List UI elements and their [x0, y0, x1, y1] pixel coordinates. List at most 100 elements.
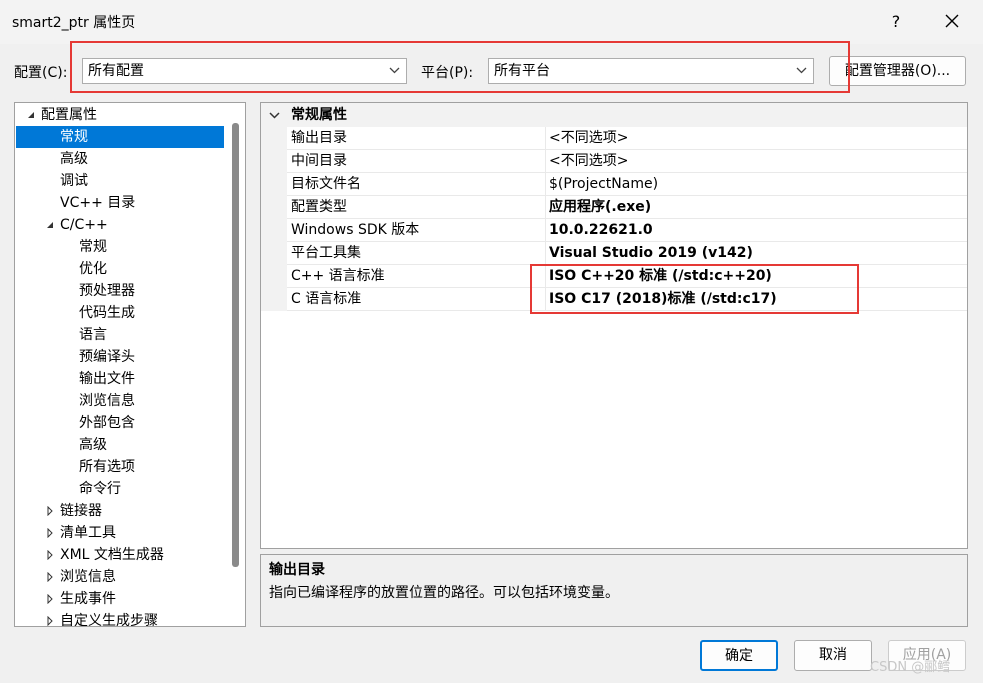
- tree-item-label: 浏览信息: [79, 393, 135, 409]
- tree-item[interactable]: XML 文档生成器: [16, 544, 228, 566]
- tree-expanded-icon[interactable]: [45, 220, 55, 230]
- tree-item[interactable]: 所有选项: [16, 456, 228, 478]
- tree-item[interactable]: 生成事件: [16, 588, 228, 610]
- tree-item-label: 外部包含: [79, 415, 135, 431]
- config-manager-button[interactable]: 配置管理器(O)...: [829, 56, 966, 86]
- tree-item[interactable]: VC++ 目录: [16, 192, 228, 214]
- property-value[interactable]: Visual Studio 2019 (v142): [549, 242, 753, 265]
- config-combo[interactable]: 所有配置: [82, 58, 407, 84]
- tree-item-label: C/C++: [60, 217, 108, 233]
- close-icon: [945, 14, 959, 28]
- tree-collapsed-icon[interactable]: [45, 506, 55, 516]
- tree-item[interactable]: 清单工具: [16, 522, 228, 544]
- cancel-button[interactable]: 取消: [794, 640, 872, 671]
- property-name: 目标文件名: [291, 176, 361, 192]
- property-row[interactable]: 目标文件名 $(ProjectName): [261, 173, 967, 196]
- tree-item-label: XML 文档生成器: [60, 547, 164, 563]
- chevron-down-icon: [389, 67, 400, 74]
- column-divider: [545, 288, 546, 311]
- tree-item-label: 高级: [60, 151, 88, 167]
- row-gutter: [261, 127, 287, 150]
- tree-item-label: 常规: [79, 239, 107, 255]
- tree-item[interactable]: 高级: [16, 434, 228, 456]
- property-name: 中间目录: [291, 153, 347, 169]
- tree-item[interactable]: C/C++: [16, 214, 228, 236]
- property-row[interactable]: 配置类型 应用程序(.exe): [261, 196, 967, 219]
- tree-item-label: 输出文件: [79, 371, 135, 387]
- tree-item[interactable]: 链接器: [16, 500, 228, 522]
- property-row[interactable]: Windows SDK 版本 10.0.22621.0: [261, 219, 967, 242]
- column-divider: [545, 265, 546, 288]
- tree-item-label: 预编译头: [79, 349, 135, 365]
- tree-collapsed-icon[interactable]: [45, 616, 55, 626]
- property-value[interactable]: ISO C++20 标准 (/std:c++20): [549, 265, 772, 288]
- tree-item[interactable]: 语言: [16, 324, 228, 346]
- description-title: 输出目录: [269, 562, 325, 578]
- tree-item[interactable]: 优化: [16, 258, 228, 280]
- tree-item[interactable]: 高级: [16, 148, 228, 170]
- tree-item-label: 清单工具: [60, 525, 116, 541]
- tree-collapsed-icon[interactable]: [45, 594, 55, 604]
- column-divider: [545, 150, 546, 173]
- platform-combo[interactable]: 所有平台: [488, 58, 814, 84]
- watermark: CSDN @郦鳕: [870, 660, 951, 675]
- tree-item[interactable]: 命令行: [16, 478, 228, 500]
- tree-expanded-icon[interactable]: [26, 110, 36, 120]
- property-name: C 语言标准: [291, 291, 362, 307]
- tree-item[interactable]: 配置属性: [16, 104, 228, 126]
- property-value[interactable]: <不同选项>: [549, 127, 628, 150]
- property-value[interactable]: <不同选项>: [549, 150, 628, 173]
- property-row[interactable]: 中间目录 <不同选项>: [261, 150, 967, 173]
- tree-item[interactable]: 预编译头: [16, 346, 228, 368]
- tree-item-label: VC++ 目录: [60, 195, 136, 211]
- row-gutter: [261, 173, 287, 196]
- tree-item-label: 命令行: [79, 481, 121, 497]
- tree-collapsed-icon[interactable]: [45, 528, 55, 538]
- tree-item[interactable]: 常规: [16, 126, 224, 148]
- property-row[interactable]: C 语言标准 ISO C17 (2018)标准 (/std:c17): [261, 288, 967, 311]
- tree-item[interactable]: 外部包含: [16, 412, 228, 434]
- tree-collapsed-icon[interactable]: [45, 550, 55, 560]
- tree-item-label: 语言: [79, 327, 107, 343]
- window-title: smart2_ptr 属性页: [12, 15, 136, 31]
- tree-item-label: 常规: [60, 129, 88, 145]
- property-value[interactable]: $(ProjectName): [549, 173, 658, 196]
- property-value[interactable]: 应用程序(.exe): [549, 196, 651, 219]
- tree-item[interactable]: 自定义生成步骤: [16, 610, 228, 626]
- property-row[interactable]: 平台工具集 Visual Studio 2019 (v142): [261, 242, 967, 265]
- property-value[interactable]: ISO C17 (2018)标准 (/std:c17): [549, 288, 777, 311]
- tree-scrollbar[interactable]: [232, 123, 239, 567]
- tree-item[interactable]: 预处理器: [16, 280, 228, 302]
- tree-item-label: 代码生成: [79, 305, 135, 321]
- property-name: 输出目录: [291, 130, 347, 146]
- row-gutter: [261, 219, 287, 242]
- close-button[interactable]: [936, 8, 968, 36]
- config-combo-value: 所有配置: [88, 63, 144, 79]
- tree-item[interactable]: 代码生成: [16, 302, 228, 324]
- property-row[interactable]: 输出目录 <不同选项>: [261, 127, 967, 150]
- tree-item[interactable]: 输出文件: [16, 368, 228, 390]
- property-value[interactable]: 10.0.22621.0: [549, 219, 653, 242]
- category-row[interactable]: 常规属性: [261, 103, 967, 127]
- tree-item-label: 调试: [60, 173, 88, 189]
- tree-collapsed-icon[interactable]: [45, 572, 55, 582]
- property-row[interactable]: C++ 语言标准 ISO C++20 标准 (/std:c++20): [261, 265, 967, 288]
- row-gutter: [261, 150, 287, 173]
- tree-item[interactable]: 调试: [16, 170, 228, 192]
- tree-item-label: 浏览信息: [60, 569, 116, 585]
- chevron-down-icon: [796, 67, 807, 74]
- row-gutter: [261, 288, 287, 311]
- chevron-down-icon: [269, 112, 280, 119]
- column-divider: [545, 196, 546, 219]
- ok-button[interactable]: 确定: [700, 640, 778, 671]
- tree-item[interactable]: 浏览信息: [16, 566, 228, 588]
- tree-item-label: 优化: [79, 261, 107, 277]
- column-divider: [545, 173, 546, 196]
- help-button[interactable]: ?: [882, 8, 910, 36]
- tree-item[interactable]: 常规: [16, 236, 228, 258]
- property-tree[interactable]: 配置属性 常规 高级 调试 VC++ 目录 C/C++ 常规 优化 预处理器 代码生成 语言 预编译头…: [14, 102, 246, 627]
- tree-item[interactable]: 浏览信息: [16, 390, 228, 412]
- column-divider: [545, 219, 546, 242]
- property-grid: 常规属性 输出目录 <不同选项> 中间目录 <不同选项> 目标文件名 $(ProjectN…: [260, 102, 968, 549]
- description-pane: 输出目录 指向已编译程序的放置位置的路径。可以包括环境变量。: [260, 554, 968, 627]
